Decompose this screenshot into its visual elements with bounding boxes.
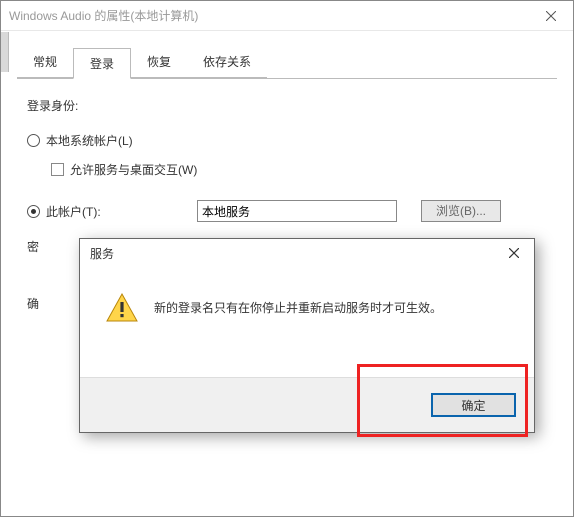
this-account-radio[interactable] [27, 205, 40, 218]
account-name-input[interactable] [197, 200, 397, 222]
this-account-row: 此帐户(T): 浏览(B)... [27, 200, 547, 222]
local-system-radio[interactable] [27, 134, 40, 147]
properties-window: Windows Audio 的属性(本地计算机) 常规 登录 恢复 依存关系 登… [0, 0, 574, 517]
window-close-button[interactable] [528, 1, 573, 31]
ok-button[interactable]: 确定 [431, 393, 516, 417]
warning-icon [106, 293, 138, 323]
dialog-body: 新的登录名只有在你停止并重新启动服务时才可生效。 [80, 267, 534, 377]
close-icon [546, 11, 556, 21]
local-system-label: 本地系统帐户(L) [46, 132, 133, 149]
allow-interact-label: 允许服务与桌面交互(W) [70, 161, 197, 178]
logon-identity-label: 登录身份: [27, 97, 547, 114]
browse-button[interactable]: 浏览(B)... [421, 200, 501, 222]
titlebar: Windows Audio 的属性(本地计算机) [1, 1, 573, 31]
tab-dependencies[interactable]: 依存关系 [187, 47, 267, 78]
tab-strip: 常规 登录 恢复 依存关系 [17, 47, 557, 79]
this-account-label: 此帐户(T): [46, 203, 101, 220]
window-title: Windows Audio 的属性(本地计算机) [9, 7, 198, 24]
dialog-message: 新的登录名只有在你停止并重新启动服务时才可生效。 [154, 293, 442, 316]
services-dialog: 服务 新的登录名只有在你停止并重新启动服务时才可生效。 确定 [79, 238, 535, 433]
allow-interact-row[interactable]: 允许服务与桌面交互(W) [51, 161, 547, 178]
close-icon [509, 248, 519, 258]
tab-recovery[interactable]: 恢复 [131, 47, 187, 78]
tab-general[interactable]: 常规 [17, 47, 73, 78]
dialog-footer: 确定 [80, 377, 534, 432]
dialog-close-button[interactable] [502, 243, 526, 263]
local-system-row[interactable]: 本地系统帐户(L) [27, 132, 547, 149]
dialog-title: 服务 [90, 245, 114, 262]
allow-interact-checkbox[interactable] [51, 163, 64, 176]
dialog-titlebar: 服务 [80, 239, 534, 267]
tab-logon[interactable]: 登录 [73, 48, 131, 79]
left-edge-stub [1, 32, 9, 72]
